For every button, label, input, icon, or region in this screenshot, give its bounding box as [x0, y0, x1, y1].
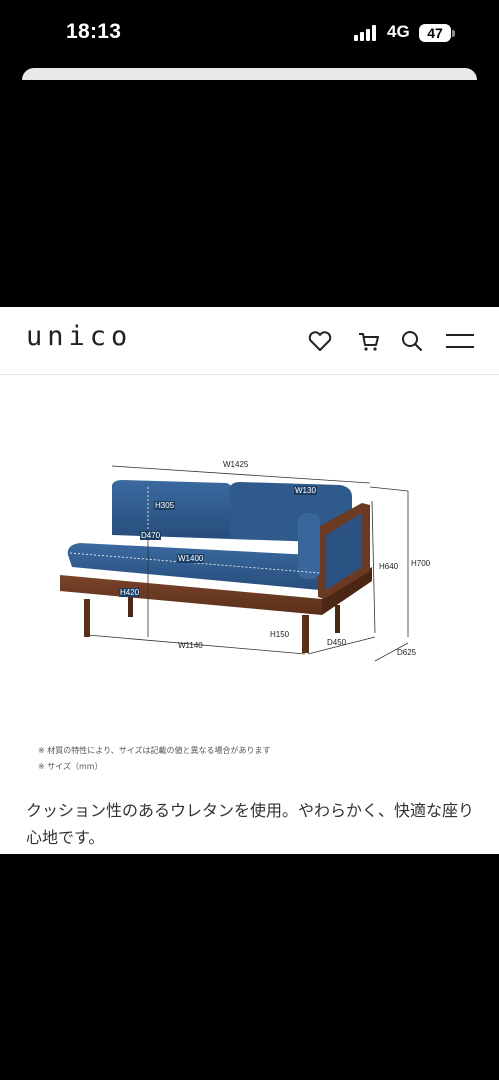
note-material: ※ 材質の特性により、サイズは記載の値と異なる場合があります: [38, 746, 271, 755]
label-d470: D470: [140, 531, 162, 540]
label-h640: H640: [379, 562, 399, 571]
label-h150: H150: [270, 630, 290, 639]
network-label: 4G: [387, 22, 410, 41]
label-h700: H700: [411, 559, 431, 568]
sheet-top-edge: [22, 68, 477, 80]
search-icon[interactable]: [398, 327, 426, 355]
label-w1400: W1400: [177, 554, 205, 563]
label-d450: D450: [327, 638, 347, 647]
dimension-labels: W1425 H305 W130 D470 W1400 H420 H640 H70…: [40, 447, 460, 677]
status-time: 18:13: [66, 20, 122, 43]
label-d625: D625: [397, 648, 417, 657]
status-bar: 18:13 4G 47: [0, 0, 499, 68]
heart-icon[interactable]: [306, 327, 334, 355]
battery-icon: 47: [419, 24, 451, 42]
site-logo[interactable]: unico: [26, 321, 132, 352]
menu-icon[interactable]: [444, 327, 476, 355]
label-w1425: W1425: [223, 460, 249, 469]
site-header: unico: [0, 307, 499, 375]
label-h420: H420: [119, 588, 141, 597]
signal-icon: [354, 25, 376, 41]
note-size-unit: ※ サイズ（mm）: [38, 762, 103, 771]
product-description: クッション性のあるウレタンを使用。やわらかく、快適な座り心地です。: [26, 801, 475, 847]
cart-icon[interactable]: [355, 327, 383, 355]
battery-tip: [452, 30, 455, 37]
label-h305: H305: [154, 501, 176, 510]
label-w130: W130: [294, 486, 317, 495]
label-w1140: W1140: [178, 641, 203, 650]
web-page: unico W1425 H305 W130 D470 W1400 H420 H6…: [0, 307, 499, 854]
